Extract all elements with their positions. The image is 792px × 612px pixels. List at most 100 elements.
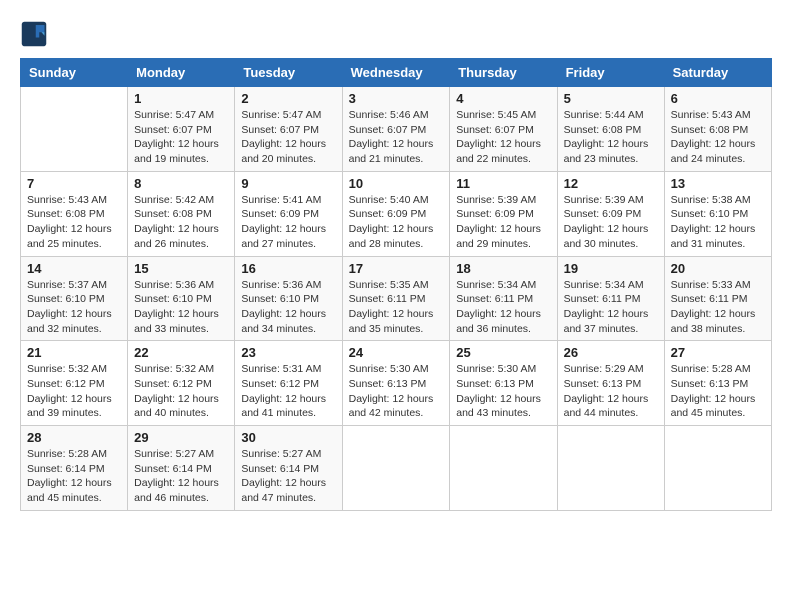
day-number: 16 — [241, 261, 335, 276]
col-header-thursday: Thursday — [450, 59, 557, 87]
day-cell — [664, 426, 771, 511]
day-number: 29 — [134, 430, 228, 445]
day-cell: 2Sunrise: 5:47 AM Sunset: 6:07 PM Daylig… — [235, 87, 342, 172]
day-info: Sunrise: 5:31 AM Sunset: 6:12 PM Dayligh… — [241, 362, 335, 421]
day-info: Sunrise: 5:45 AM Sunset: 6:07 PM Dayligh… — [456, 108, 550, 167]
day-info: Sunrise: 5:32 AM Sunset: 6:12 PM Dayligh… — [134, 362, 228, 421]
day-number: 4 — [456, 91, 550, 106]
day-cell: 11 Sunrise: 5:39 AM Sunset: 6:09 PM Dayli… — [450, 171, 557, 256]
day-number: 9 — [241, 176, 335, 191]
day-info: Sunrise: 5:39 AM Sunset: 6:09 PM Dayligh… — [456, 193, 550, 252]
day-info: Sunrise: 5:40 AM Sunset: 6:09 PM Dayligh… — [349, 193, 444, 252]
day-number: 27 — [671, 345, 765, 360]
day-cell: 21 Sunrise: 5:32 AM Sunset: 6:12 PM Dayli… — [21, 341, 128, 426]
day-cell: 12 Sunrise: 5:39 AM Sunset: 6:09 PM Dayli… — [557, 171, 664, 256]
col-header-wednesday: Wednesday — [342, 59, 450, 87]
day-cell: 13Sunrise: 5:38 AM Sunset: 6:10 PM Dayli… — [664, 171, 771, 256]
day-cell: 24 Sunrise: 5:30 AM Sunset: 6:13 PM Dayli… — [342, 341, 450, 426]
day-number: 18 — [456, 261, 550, 276]
day-info: Sunrise: 5:43 AM Sunset: 6:08 PM Dayligh… — [671, 108, 765, 167]
day-number: 23 — [241, 345, 335, 360]
day-cell: 10Sunrise: 5:40 AM Sunset: 6:09 PM Dayli… — [342, 171, 450, 256]
day-number: 22 — [134, 345, 228, 360]
day-number: 30 — [241, 430, 335, 445]
day-cell — [450, 426, 557, 511]
day-info: Sunrise: 5:41 AM Sunset: 6:09 PM Dayligh… — [241, 193, 335, 252]
week-row-0: 1 Sunrise: 5:47 AM Sunset: 6:07 PM Daylig… — [21, 87, 772, 172]
col-header-saturday: Saturday — [664, 59, 771, 87]
day-info: Sunrise: 5:28 AM Sunset: 6:14 PM Dayligh… — [27, 447, 121, 506]
week-row-4: 28 Sunrise: 5:28 AM Sunset: 6:14 PM Dayli… — [21, 426, 772, 511]
week-row-2: 14 Sunrise: 5:37 AM Sunset: 6:10 PM Dayli… — [21, 256, 772, 341]
day-number: 28 — [27, 430, 121, 445]
logo-icon — [20, 20, 48, 48]
day-info: Sunrise: 5:33 AM Sunset: 6:11 PM Dayligh… — [671, 278, 765, 337]
day-cell — [342, 426, 450, 511]
day-cell — [557, 426, 664, 511]
day-number: 24 — [349, 345, 444, 360]
day-info: Sunrise: 5:46 AM Sunset: 6:07 PM Dayligh… — [349, 108, 444, 167]
day-number: 5 — [564, 91, 658, 106]
day-number: 25 — [456, 345, 550, 360]
day-cell: 28 Sunrise: 5:28 AM Sunset: 6:14 PM Dayli… — [21, 426, 128, 511]
calendar-header-row: SundayMondayTuesdayWednesdayThursdayFrid… — [21, 59, 772, 87]
week-row-3: 21 Sunrise: 5:32 AM Sunset: 6:12 PM Dayli… — [21, 341, 772, 426]
day-number: 17 — [349, 261, 444, 276]
day-cell: 3 Sunrise: 5:46 AM Sunset: 6:07 PM Daylig… — [342, 87, 450, 172]
day-cell: 15Sunrise: 5:36 AM Sunset: 6:10 PM Dayli… — [128, 256, 235, 341]
day-cell: 4 Sunrise: 5:45 AM Sunset: 6:07 PM Daylig… — [450, 87, 557, 172]
day-number: 19 — [564, 261, 658, 276]
day-info: Sunrise: 5:34 AM Sunset: 6:11 PM Dayligh… — [456, 278, 550, 337]
day-cell: 7Sunrise: 5:43 AM Sunset: 6:08 PM Daylig… — [21, 171, 128, 256]
page-header — [20, 20, 772, 48]
day-number: 3 — [349, 91, 444, 106]
day-number: 14 — [27, 261, 121, 276]
col-header-friday: Friday — [557, 59, 664, 87]
day-cell: 18 Sunrise: 5:34 AM Sunset: 6:11 PM Dayli… — [450, 256, 557, 341]
day-info: Sunrise: 5:27 AM Sunset: 6:14 PM Dayligh… — [241, 447, 335, 506]
day-info: Sunrise: 5:35 AM Sunset: 6:11 PM Dayligh… — [349, 278, 444, 337]
day-number: 6 — [671, 91, 765, 106]
day-cell: 6 Sunrise: 5:43 AM Sunset: 6:08 PM Daylig… — [664, 87, 771, 172]
day-info: Sunrise: 5:39 AM Sunset: 6:09 PM Dayligh… — [564, 193, 658, 252]
calendar-table: SundayMondayTuesdayWednesdayThursdayFrid… — [20, 58, 772, 511]
day-cell: 8Sunrise: 5:42 AM Sunset: 6:08 PM Daylig… — [128, 171, 235, 256]
col-header-monday: Monday — [128, 59, 235, 87]
day-info: Sunrise: 5:28 AM Sunset: 6:13 PM Dayligh… — [671, 362, 765, 421]
day-info: Sunrise: 5:36 AM Sunset: 6:10 PM Dayligh… — [241, 278, 335, 337]
day-cell: 16 Sunrise: 5:36 AM Sunset: 6:10 PM Dayli… — [235, 256, 342, 341]
day-number: 7 — [27, 176, 121, 191]
day-info: Sunrise: 5:27 AM Sunset: 6:14 PM Dayligh… — [134, 447, 228, 506]
day-cell: 22 Sunrise: 5:32 AM Sunset: 6:12 PM Dayli… — [128, 341, 235, 426]
day-info: Sunrise: 5:44 AM Sunset: 6:08 PM Dayligh… — [564, 108, 658, 167]
logo — [20, 20, 52, 48]
day-info: Sunrise: 5:32 AM Sunset: 6:12 PM Dayligh… — [27, 362, 121, 421]
day-cell: 26 Sunrise: 5:29 AM Sunset: 6:13 PM Dayli… — [557, 341, 664, 426]
week-row-1: 7Sunrise: 5:43 AM Sunset: 6:08 PM Daylig… — [21, 171, 772, 256]
day-number: 1 — [134, 91, 228, 106]
day-number: 12 — [564, 176, 658, 191]
day-info: Sunrise: 5:47 AM Sunset: 6:07 PM Dayligh… — [241, 108, 335, 167]
day-info: Sunrise: 5:30 AM Sunset: 6:13 PM Dayligh… — [349, 362, 444, 421]
day-info: Sunrise: 5:30 AM Sunset: 6:13 PM Dayligh… — [456, 362, 550, 421]
day-info: Sunrise: 5:47 AM Sunset: 6:07 PM Dayligh… — [134, 108, 228, 167]
day-cell: 23 Sunrise: 5:31 AM Sunset: 6:12 PM Dayli… — [235, 341, 342, 426]
day-cell: 5 Sunrise: 5:44 AM Sunset: 6:08 PM Daylig… — [557, 87, 664, 172]
day-cell: 14 Sunrise: 5:37 AM Sunset: 6:10 PM Dayli… — [21, 256, 128, 341]
day-info: Sunrise: 5:29 AM Sunset: 6:13 PM Dayligh… — [564, 362, 658, 421]
day-cell: 27 Sunrise: 5:28 AM Sunset: 6:13 PM Dayli… — [664, 341, 771, 426]
day-cell: 25 Sunrise: 5:30 AM Sunset: 6:13 PM Dayli… — [450, 341, 557, 426]
day-cell: 9 Sunrise: 5:41 AM Sunset: 6:09 PM Daylig… — [235, 171, 342, 256]
day-number: 20 — [671, 261, 765, 276]
day-number: 11 — [456, 176, 550, 191]
day-info: Sunrise: 5:42 AM Sunset: 6:08 PM Dayligh… — [134, 193, 228, 252]
day-cell: 19 Sunrise: 5:34 AM Sunset: 6:11 PM Dayli… — [557, 256, 664, 341]
day-cell: 20 Sunrise: 5:33 AM Sunset: 6:11 PM Dayli… — [664, 256, 771, 341]
day-cell — [21, 87, 128, 172]
day-number: 26 — [564, 345, 658, 360]
col-header-sunday: Sunday — [21, 59, 128, 87]
day-cell: 29 Sunrise: 5:27 AM Sunset: 6:14 PM Dayli… — [128, 426, 235, 511]
day-info: Sunrise: 5:34 AM Sunset: 6:11 PM Dayligh… — [564, 278, 658, 337]
day-number: 21 — [27, 345, 121, 360]
day-info: Sunrise: 5:37 AM Sunset: 6:10 PM Dayligh… — [27, 278, 121, 337]
